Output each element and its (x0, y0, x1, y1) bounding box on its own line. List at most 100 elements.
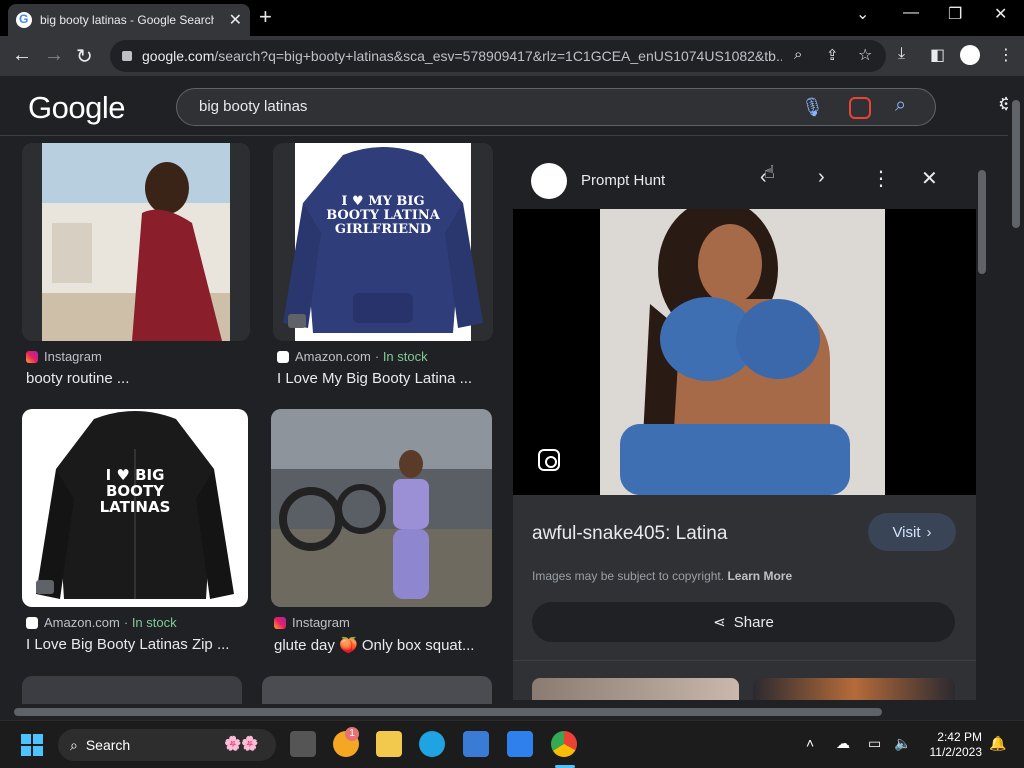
download-icon[interactable]: ⤓ (898, 45, 905, 63)
microsoft-store-icon[interactable] (463, 731, 489, 757)
result-thumbnail-6[interactable] (262, 676, 492, 704)
in-stock-label: · In stock (374, 349, 428, 364)
page-vertical-scrollbar[interactable] (1008, 76, 1024, 704)
close-window-icon[interactable]: ✕ (994, 4, 1007, 24)
source-name: Amazon.com (44, 615, 120, 630)
menu-dots-icon[interactable]: ⋮ (998, 45, 1014, 65)
reload-icon[interactable]: ↻ (76, 44, 93, 69)
google-lens-icon[interactable] (849, 97, 871, 119)
volume-icon[interactable]: 🔈 (894, 735, 911, 752)
file-explorer-icon[interactable] (376, 731, 402, 757)
back-arrow-icon[interactable]: ← (12, 44, 32, 67)
next-chevron-icon[interactable]: › (818, 166, 825, 189)
result-source-2[interactable]: Amazon.com · In stock (277, 349, 428, 364)
preview-title[interactable]: awful-snake405: Latina (532, 523, 727, 545)
share-label: Share (733, 613, 774, 631)
related-image-2[interactable] (753, 678, 955, 700)
result-image-1 (42, 143, 230, 341)
visit-label: Visit (892, 523, 921, 541)
address-bar[interactable]: google.com/search?q=big+booty+latinas&sc… (110, 40, 886, 72)
horizontal-scrollbar-thumb[interactable] (14, 708, 882, 716)
restore-icon[interactable]: ❐ (948, 4, 962, 24)
tab-search-chevron-down-icon[interactable]: ⌄ (856, 4, 869, 24)
lens-search-icon[interactable] (538, 449, 560, 471)
voice-search-mic-icon[interactable]: 🎙 (801, 97, 824, 118)
clock-time: 2:42 PM (937, 730, 982, 744)
result-thumbnail-1[interactable] (22, 143, 250, 341)
vertical-scrollbar-thumb[interactable] (1012, 100, 1020, 228)
result-thumbnail-5[interactable] (22, 676, 242, 704)
notifications-bell-icon[interactable]: 🔔 (989, 735, 1006, 752)
hoodie-text: I ♥ BIG BOOTY LATINAS (99, 466, 171, 516)
google-logo[interactable]: Google (28, 90, 125, 126)
tab-title: big booty latinas - Google Search (40, 13, 214, 27)
source-name: Instagram (292, 615, 350, 630)
product-tag-icon (288, 314, 306, 328)
panel-header: Prompt Hunt ‹ › ⋮ ✕ (513, 152, 976, 209)
network-icon[interactable]: ▭ (868, 735, 881, 752)
browser-toolbar: ← → ↻ google.com/search?q=big+booty+lati… (0, 36, 1024, 76)
result-image-4 (271, 409, 492, 607)
result-caption-1[interactable]: booty routine ... (26, 370, 129, 387)
profile-avatar-icon[interactable] (960, 45, 980, 65)
taskbar-search-label: Search (85, 737, 131, 753)
site-avatar[interactable] (531, 163, 567, 199)
instagram-icon (274, 616, 286, 629)
taskbar-search[interactable]: ⌕ Search 🌸🌸 (58, 729, 276, 761)
result-caption-2[interactable]: I Love My Big Booty Latina ... (277, 370, 472, 387)
task-view-icon[interactable] (290, 731, 316, 757)
share-icon: ⋖ (713, 614, 726, 631)
search-highlight-flowers-icon: 🌸🌸 (224, 735, 259, 751)
search-query[interactable]: big booty latinas (199, 98, 307, 115)
zoom-icon[interactable]: ⌕ (794, 46, 802, 63)
result-thumbnail-2[interactable]: I ♥ MY BIG BOOTY LATINA GIRLFRIEND (273, 143, 493, 341)
windows-taskbar: ⌕ Search 🌸🌸 1 ˄ ☁ ▭ 🔈 2:42 PM 11/2/2023 … (0, 720, 1024, 768)
preview-image[interactable] (600, 209, 885, 495)
clock-date: 11/2/2023 (929, 745, 983, 759)
result-caption-3[interactable]: I Love Big Booty Latinas Zip ... (26, 636, 229, 653)
cloud-icon[interactable]: ☁ (836, 735, 850, 752)
share-button[interactable]: ⋖ Share (532, 602, 955, 642)
site-name[interactable]: Prompt Hunt (581, 172, 665, 189)
search-box[interactable]: big booty latinas 🎙 ⌕ (176, 88, 936, 126)
bookmark-star-icon[interactable]: ☆ (858, 45, 872, 65)
panel-scrollbar-thumb[interactable] (978, 170, 986, 274)
hoodie-text: I ♥ MY BIG BOOTY LATINA GIRLFRIEND (326, 194, 440, 237)
visit-button[interactable]: Visit › (868, 513, 956, 551)
show-hidden-icons-chevron-icon[interactable]: ˄ (806, 735, 814, 751)
taskbar-clock[interactable]: 2:42 PM 11/2/2023 (922, 730, 983, 760)
product-tag-icon (36, 580, 54, 594)
result-thumbnail-3[interactable]: I ♥ BIG BOOTY LATINAS (22, 409, 248, 607)
url-text: google.com/search?q=big+booty+latinas&sc… (142, 48, 782, 64)
close-panel-icon[interactable]: ✕ (921, 166, 938, 191)
mouse-cursor-icon: ☝ (764, 162, 775, 182)
side-panel-icon[interactable]: ◧ (930, 45, 945, 65)
related-image-1[interactable] (532, 678, 739, 700)
chevron-right-icon: › (926, 523, 932, 541)
browser-tab[interactable]: G big booty latinas - Google Search ✕ (8, 4, 250, 36)
result-source-3[interactable]: Amazon.com · In stock (26, 615, 177, 630)
mail-icon[interactable] (507, 731, 533, 757)
result-caption-4[interactable]: glute day 🍑 Only box squat... (274, 636, 474, 654)
share-page-icon[interactable]: ⇪ (826, 46, 839, 64)
minimize-icon[interactable]: — (903, 4, 919, 22)
panel-scrollbar[interactable] (976, 156, 988, 700)
amazon-icon (277, 350, 289, 363)
page-horizontal-scrollbar[interactable] (0, 704, 1008, 720)
forward-arrow-icon[interactable]: → (44, 44, 64, 67)
search-icon[interactable]: ⌕ (895, 94, 906, 117)
lock-icon (122, 51, 132, 61)
learn-more-link[interactable]: Learn More (727, 569, 792, 583)
new-tab-button[interactable]: + (259, 4, 272, 30)
copyright-notice: Images may be subject to copyright. Lear… (532, 569, 792, 583)
result-source-4[interactable]: Instagram (274, 615, 350, 630)
result-thumbnail-4[interactable] (271, 409, 492, 607)
google-favicon-icon: G (16, 12, 32, 28)
close-tab-icon[interactable]: ✕ (229, 10, 242, 30)
result-source-1[interactable]: Instagram (26, 349, 102, 364)
more-options-icon[interactable]: ⋮ (871, 166, 891, 191)
chrome-icon[interactable] (551, 731, 577, 757)
source-name: Amazon.com (295, 349, 371, 364)
windows-start-icon[interactable] (21, 734, 43, 756)
edge-browser-icon[interactable] (419, 731, 445, 757)
